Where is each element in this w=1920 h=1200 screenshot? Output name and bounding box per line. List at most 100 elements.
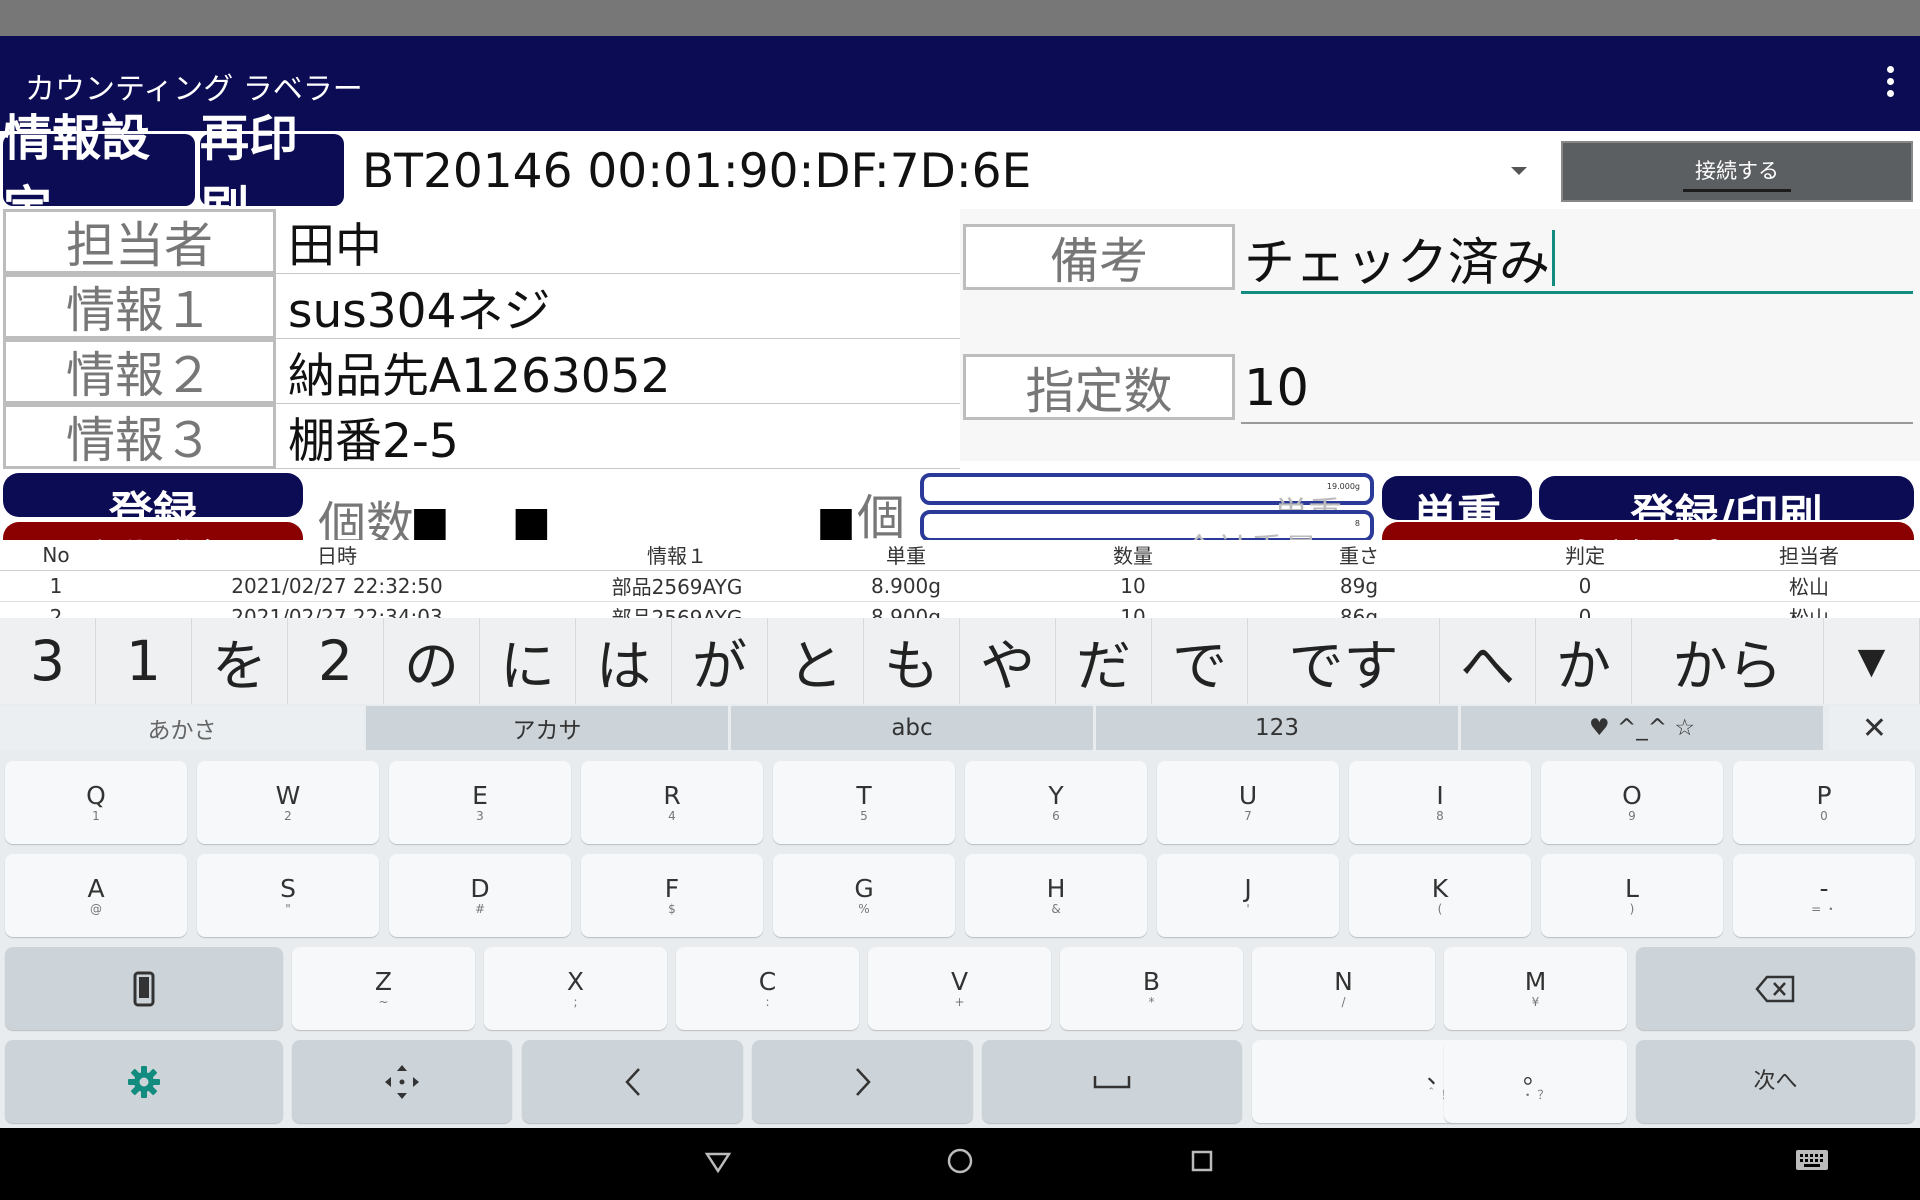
key-s[interactable]: S "	[197, 854, 379, 937]
key-t[interactable]: T5	[773, 761, 955, 844]
suggestion-item[interactable]: で	[1152, 618, 1248, 704]
info2-value[interactable]: 納品先A1263052	[276, 339, 960, 404]
key-u[interactable]: U7	[1157, 761, 1339, 844]
dropdown-arrow-icon[interactable]	[1511, 167, 1527, 175]
key-p[interactable]: P0	[1733, 761, 1915, 844]
close-icon[interactable]: ✕	[1829, 706, 1920, 750]
left-arrow-icon[interactable]	[522, 1040, 743, 1123]
key-d[interactable]: D #	[389, 854, 571, 937]
action-area: 登録 手動登録 個数 ▌▌▖▗▌ 個 19.000g 単重 8 全計重量 単重 …	[0, 470, 1920, 540]
suggestion-item[interactable]: 2	[288, 618, 384, 704]
col-info1: 情報１	[562, 540, 792, 571]
key-sub: *	[1148, 994, 1155, 1009]
backspace-glyph	[1754, 975, 1794, 1002]
unit-weight-button[interactable]: 単重	[1382, 476, 1532, 540]
key-w[interactable]: W2	[197, 761, 379, 844]
key-main: R	[663, 780, 681, 810]
key-b[interactable]: B *	[1060, 947, 1243, 1030]
next-button[interactable]: 次へ	[1636, 1040, 1915, 1123]
table-row[interactable]: 1 2021/02/27 22:32:50 部品2569AYG 8.900g 1…	[0, 570, 1920, 602]
key-v[interactable]: V +	[868, 947, 1051, 1030]
gear-icon[interactable]	[5, 1040, 283, 1123]
key-g[interactable]: G%	[773, 854, 955, 937]
key-a[interactable]: A @	[5, 854, 187, 937]
info1-value[interactable]: sus304ネジ	[276, 274, 960, 339]
key-sub: 0	[1820, 808, 1828, 823]
key-sub: #	[474, 901, 486, 916]
cell-judgement: 0	[1472, 570, 1698, 602]
key-i[interactable]: I8	[1349, 761, 1531, 844]
key-q[interactable]: Q1	[5, 761, 187, 844]
key-e[interactable]: E3	[389, 761, 571, 844]
recents-icon[interactable]	[1187, 1146, 1217, 1183]
tab-katakana[interactable]: アカサ	[366, 706, 728, 750]
connect-label: 接続する	[1683, 151, 1791, 192]
suggestion-item[interactable]: から	[1632, 618, 1824, 704]
register-button[interactable]: 登録	[3, 473, 303, 539]
suggestion-item[interactable]: です	[1248, 618, 1440, 704]
suggestion-item[interactable]: と	[768, 618, 864, 704]
move-icon[interactable]	[292, 1040, 512, 1123]
reprint-button[interactable]: 再印刷	[200, 110, 344, 238]
tab-numbers[interactable]: 123	[1096, 706, 1458, 750]
space-icon[interactable]	[982, 1040, 1242, 1123]
suggestion-item[interactable]: を	[192, 618, 288, 704]
remark-input[interactable]: チェック済み	[1241, 224, 1913, 294]
suggestion-item[interactable]: へ	[1440, 618, 1536, 704]
key-sub: @	[90, 901, 102, 916]
suggestion-item[interactable]: は	[576, 618, 672, 704]
key-sub: 6	[1052, 808, 1060, 823]
key-sub: /	[1341, 994, 1346, 1009]
manual-register-button[interactable]: 手動登録	[3, 522, 303, 540]
home-icon[interactable]	[945, 1146, 975, 1183]
suggestion-item[interactable]: の	[384, 618, 480, 704]
info-settings-button[interactable]: 情報設定	[3, 110, 195, 238]
phone-icon[interactable]	[5, 947, 283, 1030]
key-sub: 4	[668, 808, 676, 823]
key-period[interactable]: 。・ ？	[1444, 1040, 1627, 1123]
device-select[interactable]: BT20146 00:01:90:DF:7D:6E	[362, 144, 1031, 199]
staff-value[interactable]: 田中	[276, 209, 960, 274]
key-k[interactable]: K(	[1349, 854, 1531, 937]
connect-button[interactable]: 接続する	[1561, 141, 1913, 202]
key-z[interactable]: Z ~	[292, 947, 475, 1030]
tab-hiragana[interactable]: あかさ	[0, 706, 364, 750]
key-n[interactable]: N /	[1252, 947, 1435, 1030]
key-c[interactable]: C:	[676, 947, 859, 1030]
key-j[interactable]: J '	[1157, 854, 1339, 937]
back-icon[interactable]	[703, 1146, 733, 1183]
cell-no: 1	[0, 570, 112, 602]
backspace-icon[interactable]	[1636, 947, 1915, 1030]
right-arrow-icon[interactable]	[752, 1040, 973, 1123]
key-r[interactable]: R4	[581, 761, 763, 844]
suggestion-item[interactable]: も	[864, 618, 960, 704]
key-main: P	[1816, 780, 1832, 810]
tab-emoticons[interactable]: ♥ ^_^ ☆	[1461, 706, 1823, 750]
soft-keyboard: あかさ アカサ abc 123 ♥ ^_^ ☆ ✕ Q1 W2 E3 R4 T5…	[0, 704, 1920, 1128]
key-m[interactable]: M ¥	[1444, 947, 1627, 1030]
register-print-button[interactable]: 登録/印刷	[1539, 476, 1914, 540]
suggestion-item[interactable]: か	[1536, 618, 1632, 704]
key-y[interactable]: Y6	[965, 761, 1147, 844]
suggestion-item[interactable]: や	[960, 618, 1056, 704]
delete-last-button[interactable]: 直前消去	[1382, 522, 1914, 540]
keyboard-icon[interactable]	[1795, 1148, 1829, 1181]
suggestion-item[interactable]: 1	[96, 618, 192, 704]
key-hyphen[interactable]: - = ・	[1733, 854, 1915, 937]
key-o[interactable]: O9	[1541, 761, 1723, 844]
designated-qty-input[interactable]: 10	[1241, 354, 1913, 424]
suggestion-item[interactable]: が	[672, 618, 768, 704]
key-f[interactable]: F $	[581, 854, 763, 937]
suggestion-item[interactable]: だ	[1056, 618, 1152, 704]
suggestion-item[interactable]: に	[480, 618, 576, 704]
expand-suggestions-icon[interactable]: ▼	[1824, 618, 1920, 704]
key-x[interactable]: X;	[484, 947, 667, 1030]
suggestion-item[interactable]: 3	[0, 618, 96, 704]
key-sub: (	[1437, 901, 1443, 916]
tab-alphabet[interactable]: abc	[731, 706, 1093, 750]
overflow-menu-icon[interactable]	[1884, 66, 1896, 102]
keyboard-mode-tabs: あかさ アカサ abc 123 ♥ ^_^ ☆ ✕	[0, 704, 1920, 752]
info3-value[interactable]: 棚番2-5	[276, 404, 960, 469]
key-l[interactable]: L)	[1541, 854, 1723, 937]
key-h[interactable]: H &	[965, 854, 1147, 937]
